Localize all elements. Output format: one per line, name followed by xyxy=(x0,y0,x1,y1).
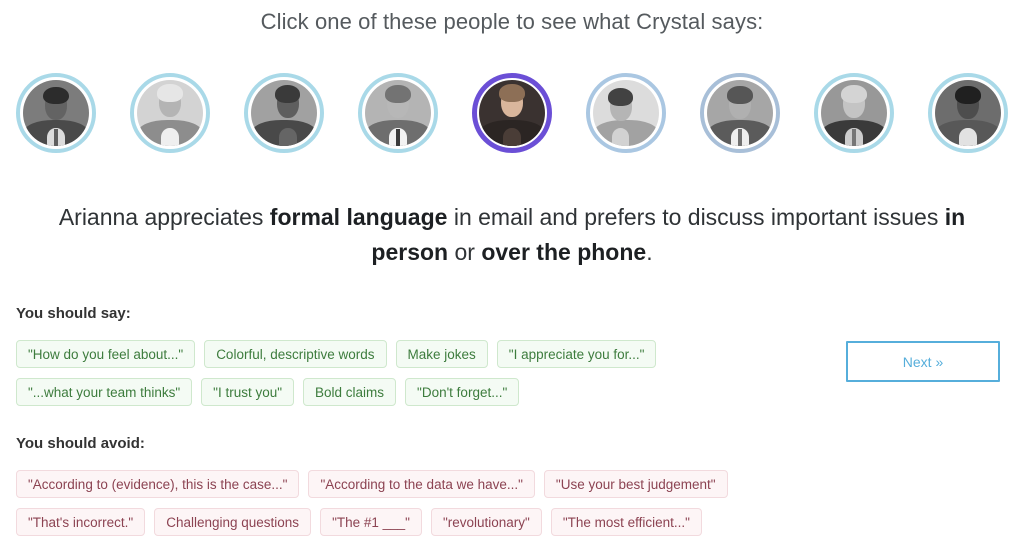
person-avatar-list xyxy=(0,73,1024,159)
avatar-peyton-manning[interactable] xyxy=(358,73,438,153)
avoid-tag: "That's incorrect." xyxy=(16,508,146,536)
you-should-say-label: You should say: xyxy=(16,305,131,322)
avatar-arianna-huffington[interactable] xyxy=(472,73,552,153)
say-tag: "I trust you" xyxy=(201,378,295,406)
say-tag: "I appreciate you for..." xyxy=(496,340,657,368)
avoid-tag: "The #1 ___" xyxy=(320,508,422,536)
tag-row: "How do you feel about..." Colorful, desc… xyxy=(16,340,816,368)
avatar-barack-obama[interactable] xyxy=(16,73,96,153)
avatar-jack-welch[interactable] xyxy=(814,73,894,153)
say-tag: "How do you feel about..." xyxy=(16,340,196,368)
personality-description: Arianna appreciates formal language in e… xyxy=(40,200,984,270)
you-should-say-tags: "How do you feel about..." Colorful, desc… xyxy=(16,340,816,416)
avatar-speaker-on-stage[interactable] xyxy=(244,73,324,153)
avatar-photo xyxy=(365,80,431,146)
avatar-photo xyxy=(593,80,659,146)
tag-row: "According to (evidence), this is the ca… xyxy=(16,470,816,498)
description-text-1: Arianna appreciates xyxy=(58,204,270,230)
avatar-photo xyxy=(23,80,89,146)
description-bold-3: over the phone xyxy=(481,239,647,265)
description-text-3: or xyxy=(448,239,482,265)
say-tag: Make jokes xyxy=(395,340,488,368)
avoid-tag: "Use your best judgement" xyxy=(543,470,728,498)
you-should-avoid-label: You should avoid: xyxy=(16,435,145,452)
avatar-photo xyxy=(479,80,545,146)
say-tag: "...what your team thinks" xyxy=(16,378,193,406)
avatar-photo xyxy=(251,80,317,146)
next-button[interactable]: Next » xyxy=(846,341,1000,382)
description-text-4: . xyxy=(646,239,653,265)
page-title: Click one of these people to see what Cr… xyxy=(260,9,764,34)
say-tag: "Don't forget..." xyxy=(405,378,520,406)
tag-row: "That's incorrect." Challenging questions… xyxy=(16,508,816,536)
you-should-avoid-tags: "According to (evidence), this is the ca… xyxy=(16,470,816,546)
avoid-tag: "The most efficient..." xyxy=(550,508,702,536)
description-bold-1: formal language xyxy=(269,204,448,230)
avatar-richard-branson[interactable] xyxy=(130,73,210,153)
avoid-tag: "revolutionary" xyxy=(430,508,542,536)
avatar-sean-parker[interactable] xyxy=(700,73,780,153)
avoid-tag: "According to the data we have..." xyxy=(308,470,535,498)
avatar-photo xyxy=(707,80,773,146)
say-tag: Colorful, descriptive words xyxy=(204,340,387,368)
avoid-tag: Challenging questions xyxy=(154,508,312,536)
avatar-tiki-barber[interactable] xyxy=(928,73,1008,153)
avatar-photo xyxy=(137,80,203,146)
description-text-2: in email and prefers to discuss importan… xyxy=(447,204,945,230)
avatar-photo xyxy=(935,80,1001,146)
avatar-trophy-holder[interactable] xyxy=(586,73,666,153)
avoid-tag: "According to (evidence), this is the ca… xyxy=(16,470,300,498)
say-tag: Bold claims xyxy=(303,378,397,406)
tag-row: "...what your team thinks" "I trust you" B… xyxy=(16,378,816,406)
avatar-photo xyxy=(821,80,887,146)
